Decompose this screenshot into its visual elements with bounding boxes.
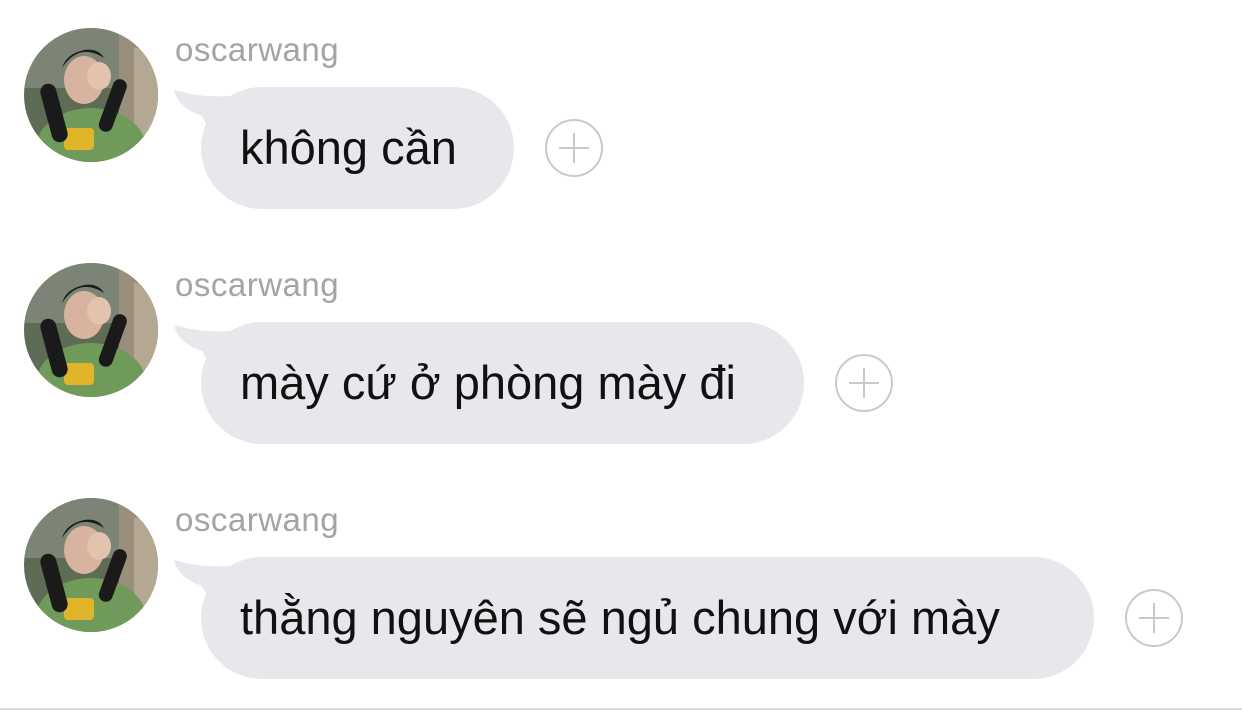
- avatar[interactable]: [24, 263, 158, 397]
- message-row: oscarwang thằng nguyên sẽ ngủ chung với …: [0, 470, 1242, 679]
- message-text: không cần: [240, 121, 457, 174]
- avatar[interactable]: [24, 28, 158, 162]
- message-bubble[interactable]: mày cứ ở phòng mày đi: [201, 322, 804, 444]
- avatar-photo: [24, 28, 158, 162]
- message-bubble[interactable]: không cần: [201, 87, 514, 209]
- add-reaction-icon[interactable]: [545, 119, 603, 177]
- sender-name: oscarwang: [175, 31, 340, 68]
- message-text: mày cứ ở phòng mày đi: [240, 356, 736, 409]
- message-bubble[interactable]: thằng nguyên sẽ ngủ chung với mày: [201, 557, 1094, 679]
- sender-name: oscarwang: [175, 266, 340, 303]
- avatar-photo: [24, 263, 158, 397]
- bottom-divider: [0, 708, 1242, 710]
- avatar-photo: [24, 498, 158, 632]
- add-reaction-icon[interactable]: [1125, 589, 1183, 647]
- sender-name: oscarwang: [175, 501, 340, 538]
- add-reaction-icon[interactable]: [835, 354, 893, 412]
- message-row: oscarwang mày cứ ở phòng mày đi: [0, 235, 1242, 444]
- message-text: thằng nguyên sẽ ngủ chung với mày: [240, 591, 1000, 644]
- message-row: oscarwang không cần: [0, 0, 1242, 209]
- avatar[interactable]: [24, 498, 158, 632]
